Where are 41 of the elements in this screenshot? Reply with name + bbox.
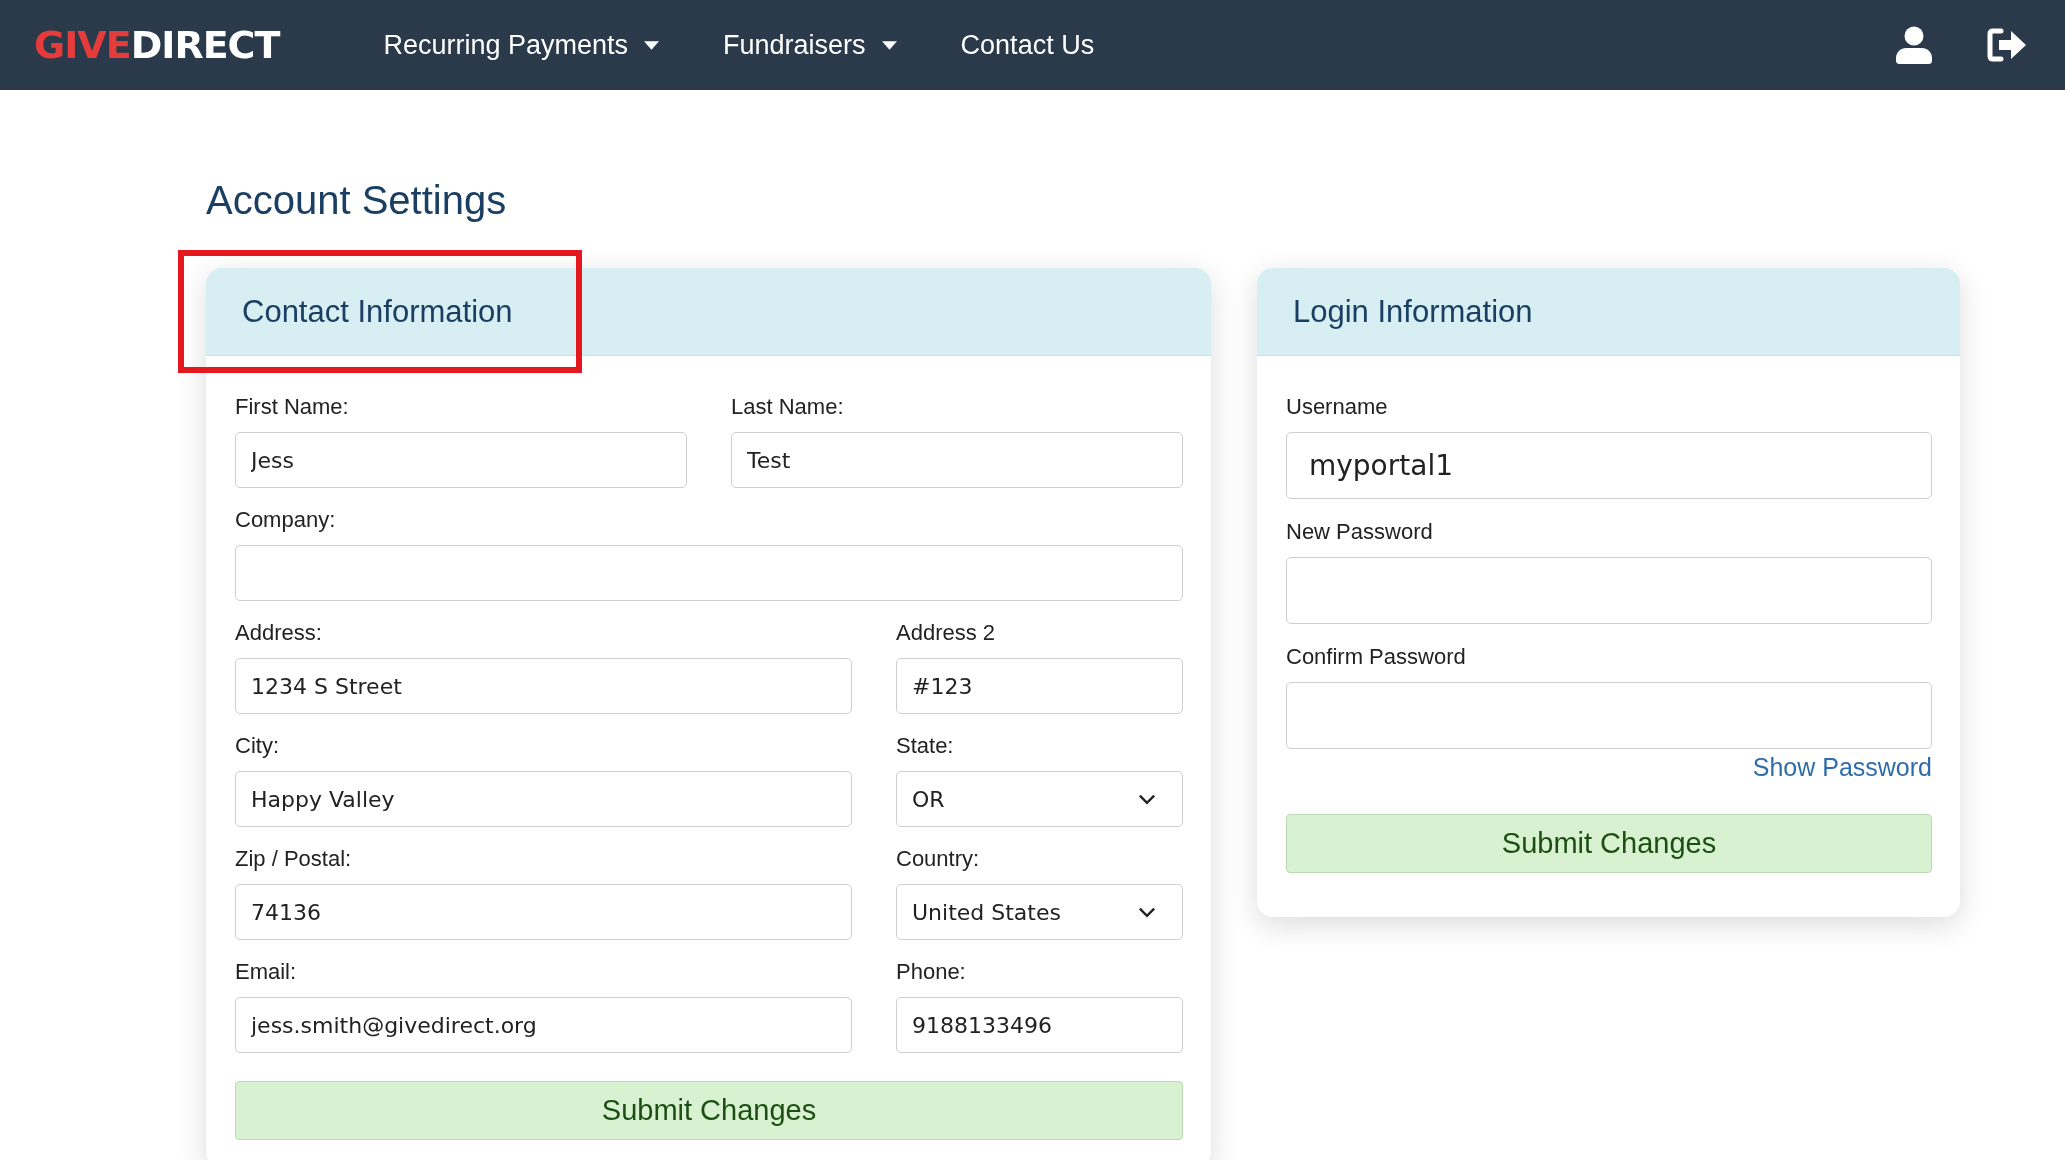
field-label: Last Name:: [731, 394, 844, 420]
input-field[interactable]: 74136: [235, 884, 852, 940]
nav-link[interactable]: Contact Us: [960, 29, 1095, 61]
page-title: Account Settings: [206, 177, 508, 224]
card-title: Contact Information: [242, 293, 513, 330]
input-field[interactable]: myportal1: [1286, 432, 1932, 499]
field-label: State:: [896, 733, 954, 759]
dropdown-menu[interactable]: Fundraisers: [723, 29, 897, 61]
input-field[interactable]: Test: [731, 432, 1183, 488]
field-label: Address:: [235, 620, 322, 646]
field-label: Phone:: [896, 959, 966, 985]
field-label: Company:: [235, 507, 336, 533]
dropdown-field[interactable]: United States: [896, 884, 1183, 940]
logo[interactable]: GIVEDIRECT: [34, 23, 280, 67]
input-field[interactable]: 1234 S Street: [235, 658, 852, 714]
input-field[interactable]: Happy Valley: [235, 771, 852, 827]
field-label: First Name:: [235, 394, 349, 420]
field-label: City:: [235, 733, 279, 759]
field-label: Username: [1286, 394, 1388, 420]
field-label: New Password: [1286, 519, 1433, 545]
field-label: Zip / Postal:: [235, 846, 352, 872]
input-field[interactable]: #123: [896, 658, 1183, 714]
field-label: Email:: [235, 959, 297, 985]
input-field[interactable]: [1286, 557, 1932, 624]
dropdown-field[interactable]: OR: [896, 771, 1183, 827]
field-label: Country:: [896, 846, 980, 872]
field-label: Confirm Password: [1286, 644, 1466, 670]
input-field[interactable]: [235, 545, 1183, 601]
logout-icon[interactable]: [1987, 28, 2027, 62]
input-field[interactable]: jess.smith@givedirect.org: [235, 997, 852, 1053]
input-field[interactable]: 9188133496: [896, 997, 1183, 1053]
card-title: Login Information: [1293, 293, 1533, 330]
show-password-link[interactable]: Show Password: [1752, 753, 1932, 782]
chevron-down-icon: [1138, 793, 1156, 805]
submit-button[interactable]: Submit Changes: [1286, 814, 1932, 873]
user-icon[interactable]: [1896, 26, 1932, 64]
submit-button[interactable]: Submit Changes: [235, 1081, 1183, 1140]
chevron-down-icon: [1138, 906, 1156, 918]
input-field[interactable]: [1286, 682, 1932, 749]
dropdown-menu[interactable]: Recurring Payments: [383, 29, 660, 61]
field-label: Address 2: [896, 620, 996, 646]
